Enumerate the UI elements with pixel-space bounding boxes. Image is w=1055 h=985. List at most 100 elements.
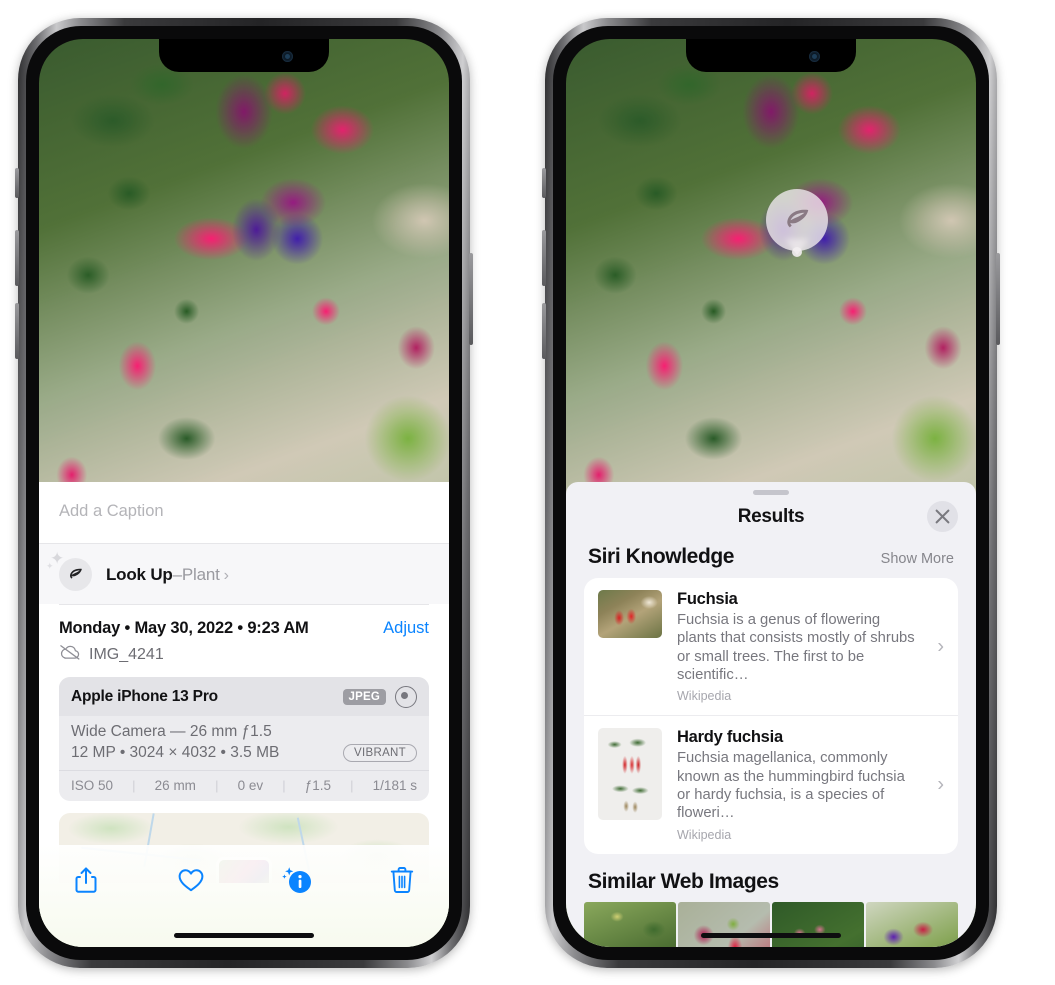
camera-card-badges: JPEG: [342, 686, 417, 708]
camera-card-body: Wide Camera — 26 mm ƒ1.5 12 MP • 3024 × …: [59, 716, 429, 770]
siri-knowledge-card: Fuchsia Fuchsia is a genus of flowering …: [584, 578, 958, 854]
file-row: IMG_4241: [59, 640, 429, 677]
look-up-row[interactable]: ✦ ✦ Look Up–Plant ›: [39, 544, 449, 604]
volume-down-button[interactable]: [15, 303, 19, 359]
side-power-button[interactable]: [996, 253, 1000, 345]
knowledge-description: Fuchsia is a genus of flowering plants t…: [677, 612, 915, 684]
chevron-right-icon: ›: [937, 773, 944, 796]
knowledge-result-row[interactable]: Hardy fuchsia Fuchsia magellanica, commo…: [584, 715, 958, 853]
visual-look-up-badge[interactable]: [766, 189, 828, 251]
camera-model: Apple iPhone 13 Pro: [71, 688, 218, 705]
front-camera-icon: [809, 51, 820, 62]
right-phone-bezel: Results Siri Knowledge Show More Fuchsia…: [553, 26, 989, 960]
exif-shutter-speed: 1/181 s: [372, 778, 417, 793]
cloud-slash-icon: [59, 644, 81, 665]
left-phone-bezel: Add a Caption ✦ ✦ Look Up–Plant › Monday…: [26, 26, 462, 960]
notch: [159, 39, 329, 72]
close-button[interactable]: [927, 501, 958, 532]
lens-icon: [395, 686, 417, 708]
knowledge-source: Wikipedia: [677, 689, 732, 704]
exif-iso: ISO 50: [71, 778, 114, 793]
share-button[interactable]: [65, 859, 107, 901]
web-image-3[interactable]: [772, 901, 864, 947]
knowledge-source: Wikipedia: [677, 827, 732, 842]
exif-separator: |: [282, 778, 286, 793]
sparkle-small-icon: ✦: [46, 561, 54, 571]
left-phone-device: Add a Caption ✦ ✦ Look Up–Plant › Monday…: [15, 18, 473, 968]
knowledge-text: Hardy fuchsia Fuchsia magellanica, commo…: [677, 728, 946, 841]
silent-switch[interactable]: [542, 168, 546, 198]
knowledge-thumbnail: [598, 728, 662, 821]
visual-lookup-dot: [792, 247, 802, 257]
results-sheet-header: Results: [566, 495, 976, 539]
knowledge-title: Fuchsia: [677, 590, 738, 608]
similar-web-images-strip[interactable]: [566, 901, 976, 947]
camera-lens-line: Wide Camera — 26 mm ƒ1.5: [71, 723, 272, 740]
camera-card-header: Apple iPhone 13 Pro JPEG: [59, 677, 429, 716]
exif-separator: |: [215, 778, 219, 793]
front-camera-icon: [282, 51, 293, 62]
knowledge-description: Fuchsia magellanica, commonly known as t…: [677, 750, 905, 822]
photo-toolbar: [39, 845, 449, 947]
knowledge-title: Hardy fuchsia: [677, 728, 783, 747]
format-badge: JPEG: [342, 689, 386, 705]
chevron-right-icon: ›: [937, 635, 944, 658]
caption-input[interactable]: Add a Caption: [39, 482, 449, 544]
favorite-button[interactable]: [170, 859, 212, 901]
photo-metadata-block: Monday • May 30, 2022 • 9:23 AM Adjust I…: [39, 604, 449, 677]
show-more-button[interactable]: Show More: [881, 551, 954, 567]
date-row: Monday • May 30, 2022 • 9:23 AM Adjust: [59, 605, 429, 640]
close-icon: [935, 509, 950, 524]
volume-down-button[interactable]: [542, 303, 546, 359]
exif-separator: |: [132, 778, 136, 793]
exif-exposure-value: 0 ev: [237, 778, 264, 793]
share-icon: [75, 867, 97, 893]
web-image-2[interactable]: [678, 901, 770, 947]
photo-date: Monday • May 30, 2022 • 9:23 AM: [59, 619, 309, 637]
exif-aperture: ƒ1.5: [304, 778, 332, 793]
look-up-subject: Plant: [181, 564, 220, 584]
home-indicator[interactable]: [174, 933, 314, 938]
info-sparkle-icon: [281, 867, 311, 893]
look-up-title: Look Up: [106, 564, 173, 584]
side-power-button[interactable]: [469, 253, 473, 345]
siri-knowledge-title: Siri Knowledge: [588, 545, 735, 568]
left-phone-screen: Add a Caption ✦ ✦ Look Up–Plant › Monday…: [39, 39, 449, 947]
volume-up-button[interactable]: [542, 230, 546, 286]
screenshot-stage: Add a Caption ✦ ✦ Look Up–Plant › Monday…: [0, 0, 1055, 985]
heart-icon: [178, 869, 204, 892]
siri-knowledge-header: Siri Knowledge Show More: [566, 539, 976, 578]
similar-web-images-header: Similar Web Images: [566, 854, 976, 902]
chevron-right-icon: ›: [223, 566, 229, 584]
results-sheet: Results Siri Knowledge Show More Fuchsia…: [566, 482, 976, 947]
knowledge-result-row[interactable]: Fuchsia Fuchsia is a genus of flowering …: [584, 578, 958, 715]
photographic-style-badge: VIBRANT: [343, 744, 417, 762]
notch: [686, 39, 856, 72]
exif-separator: |: [350, 778, 354, 793]
look-up-dash: –: [172, 564, 182, 584]
right-phone-screen: Results Siri Knowledge Show More Fuchsia…: [566, 39, 976, 947]
adjust-button[interactable]: Adjust: [383, 619, 429, 638]
silent-switch[interactable]: [15, 168, 19, 198]
exif-focal-length: 26 mm: [154, 778, 196, 793]
look-up-label: Look Up–Plant ›: [106, 565, 229, 585]
volume-up-button[interactable]: [15, 230, 19, 286]
delete-button[interactable]: [381, 859, 423, 901]
camera-info-card[interactable]: Apple iPhone 13 Pro JPEG Wide Camera — 2…: [59, 677, 429, 801]
results-title: Results: [737, 506, 805, 527]
similar-web-images-title: Similar Web Images: [588, 869, 779, 893]
exif-row: ISO 50 | 26 mm | 0 ev | ƒ1.5 | 1/181 s: [59, 770, 429, 801]
leaf-icon: [787, 209, 809, 228]
trash-icon: [390, 867, 414, 893]
right-phone-device: Results Siri Knowledge Show More Fuchsia…: [542, 18, 1000, 968]
info-button[interactable]: [276, 859, 318, 901]
knowledge-thumbnail: [598, 590, 662, 638]
camera-spec-line-row: 12 MP • 3024 × 4032 • 3.5 MB VIBRANT: [71, 744, 417, 762]
photo-filename: IMG_4241: [89, 645, 164, 663]
home-indicator[interactable]: [701, 933, 841, 938]
leaf-icon: ✦ ✦: [46, 550, 92, 591]
camera-spec-line: 12 MP • 3024 × 4032 • 3.5 MB: [71, 744, 280, 761]
web-image-1[interactable]: [584, 901, 676, 947]
web-image-4[interactable]: [866, 901, 958, 947]
knowledge-text: Fuchsia Fuchsia is a genus of flowering …: [677, 590, 946, 703]
